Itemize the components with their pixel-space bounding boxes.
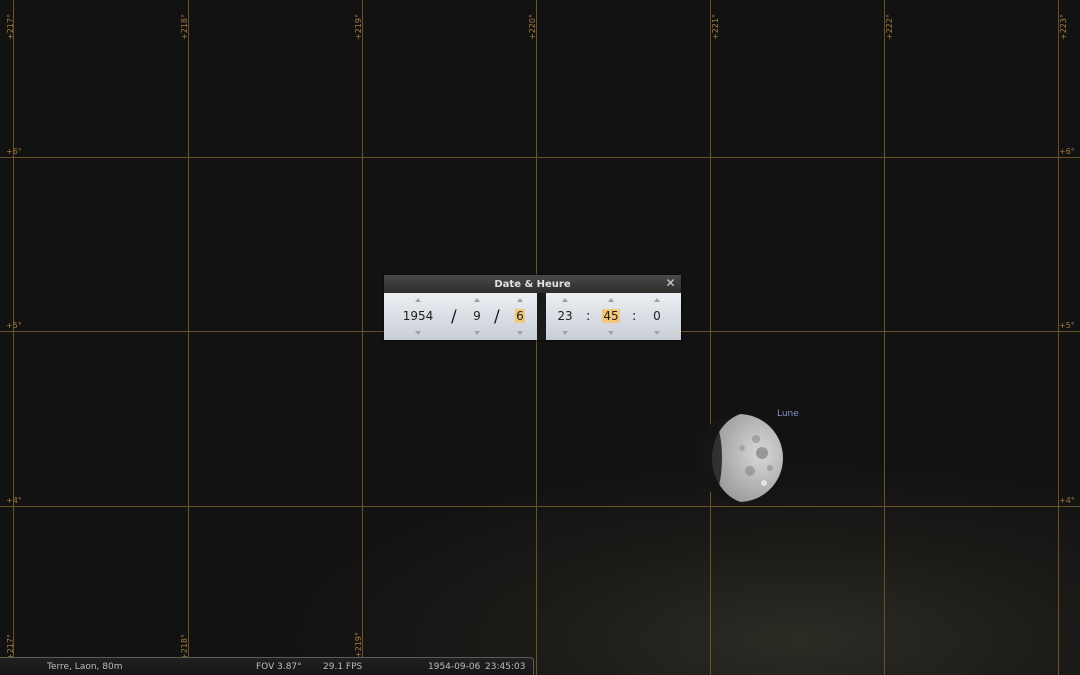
ra-label: +219° xyxy=(354,14,363,40)
grid-line-ra xyxy=(884,0,885,675)
minute-value-wrap[interactable]: 45 xyxy=(598,309,624,323)
day-spinner[interactable]: 6 xyxy=(507,293,533,340)
dec-label: +6° xyxy=(1059,147,1075,156)
second-value[interactable]: 0 xyxy=(644,309,670,323)
time-separator: : xyxy=(586,309,591,324)
ra-label: +219° xyxy=(354,632,363,658)
ra-label: +223° xyxy=(1059,14,1068,40)
date-text: 1954-09-06 xyxy=(428,662,481,672)
grid-line-dec xyxy=(0,506,1080,507)
chevron-down-icon[interactable] xyxy=(562,331,568,335)
dec-label: +4° xyxy=(6,496,22,505)
ra-label: +220° xyxy=(528,14,537,40)
chevron-up-icon[interactable] xyxy=(415,298,421,302)
grid-line-ra xyxy=(188,0,189,675)
dec-label: +4° xyxy=(1059,496,1075,505)
hour-spinner[interactable]: 23 xyxy=(552,293,578,340)
time-panel: 23 : 45 : 0 xyxy=(546,293,681,340)
chevron-down-icon[interactable] xyxy=(654,331,660,335)
time-separator: : xyxy=(632,309,637,324)
moon[interactable] xyxy=(694,413,784,503)
month-value[interactable]: 9 xyxy=(464,309,490,323)
sky-view[interactable]: +217° +218° +219° +220° +221° +222° +223… xyxy=(0,0,1080,675)
chevron-up-icon[interactable] xyxy=(474,298,480,302)
minute-spinner[interactable]: 45 xyxy=(598,293,624,340)
day-value[interactable]: 6 xyxy=(515,309,525,323)
grid-line-ra xyxy=(710,0,711,675)
date-separator: / xyxy=(451,307,457,327)
panel-divider xyxy=(537,293,546,340)
ra-label: +221° xyxy=(711,14,720,40)
close-icon[interactable]: ✕ xyxy=(664,277,677,290)
date-time-dialog: Date & Heure ✕ 1954 / 9 / 6 23: 45: 0 xyxy=(384,275,681,340)
status-bar: Terre, Laon, 80m FOV 3.87° 29.1 FPS 1954… xyxy=(0,657,534,675)
fov-text: FOV 3.87° xyxy=(256,662,302,672)
ra-label: +218° xyxy=(180,14,189,40)
dec-label: +6° xyxy=(6,147,22,156)
dec-label: +5° xyxy=(6,321,22,330)
date-separator: / xyxy=(494,307,500,327)
chevron-up-icon[interactable] xyxy=(608,298,614,302)
grid-line-ra xyxy=(1058,0,1059,675)
fps-text: 29.1 FPS xyxy=(323,662,363,672)
month-spinner[interactable]: 9 xyxy=(464,293,490,340)
minute-value[interactable]: 45 xyxy=(602,309,620,323)
year-spinner[interactable]: 1954 xyxy=(392,293,444,340)
dialog-title[interactable]: Date & Heure xyxy=(384,275,681,293)
dec-label: +5° xyxy=(1059,321,1075,330)
chevron-down-icon[interactable] xyxy=(517,331,523,335)
chevron-up-icon[interactable] xyxy=(654,298,660,302)
chevron-up-icon[interactable] xyxy=(517,298,523,302)
chevron-down-icon[interactable] xyxy=(415,331,421,335)
location-text: Terre, Laon, 80m xyxy=(47,662,123,672)
chevron-down-icon[interactable] xyxy=(474,331,480,335)
year-value[interactable]: 1954 xyxy=(392,309,444,323)
second-spinner[interactable]: 0 xyxy=(644,293,670,340)
time-text: 23:45:03 xyxy=(485,662,526,672)
hour-value[interactable]: 23 xyxy=(552,309,578,323)
grid-line-dec xyxy=(0,157,1080,158)
grid-line-ra xyxy=(362,0,363,675)
date-panel: 1954 / 9 / 6 xyxy=(384,293,537,340)
chevron-down-icon[interactable] xyxy=(608,331,614,335)
moon-label[interactable]: Lune xyxy=(777,409,799,419)
ra-label: +222° xyxy=(885,14,894,40)
chevron-up-icon[interactable] xyxy=(562,298,568,302)
day-value-wrap[interactable]: 6 xyxy=(507,309,533,323)
moon-icon xyxy=(695,414,783,502)
grid-line-ra xyxy=(13,0,14,675)
ra-label: +217° xyxy=(6,14,15,40)
